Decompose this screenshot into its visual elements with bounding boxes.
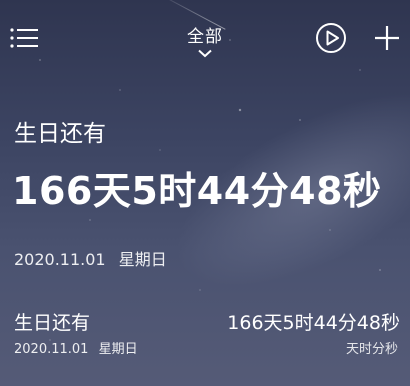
plus-icon: [375, 26, 399, 50]
top-bar: 全部: [0, 0, 410, 70]
menu-icon: [10, 28, 38, 48]
hero-date-value: 2020.11.01: [14, 250, 106, 269]
category-dropdown[interactable]: 全部: [165, 22, 245, 58]
add-button[interactable]: [374, 25, 400, 51]
play-button[interactable]: [315, 22, 347, 54]
menu-button[interactable]: [10, 27, 40, 49]
hero-countdown-value: 166天5时44分48秒: [12, 169, 382, 213]
hero-date: 2020.11.01 星期日: [14, 246, 167, 270]
event-date-value: 2020.11.01: [14, 342, 89, 357]
chevron-down-icon: [198, 49, 212, 58]
category-label: 全部: [187, 27, 223, 47]
event-weekday: 星期日: [98, 342, 138, 357]
hero-weekday: 星期日: [118, 250, 167, 269]
play-circle-icon: [316, 23, 346, 53]
hero-title: 生日还有: [14, 121, 106, 147]
list-item[interactable]: 生日还有 2020.11.01 星期日 166天5时44分48秒 天时分秒: [0, 300, 410, 362]
event-date: 2020.11.01 星期日: [14, 338, 138, 357]
event-unit: 天时分秒: [345, 342, 398, 357]
event-countdown: 166天5时44分48秒: [227, 312, 400, 334]
event-title: 生日还有: [14, 312, 91, 334]
